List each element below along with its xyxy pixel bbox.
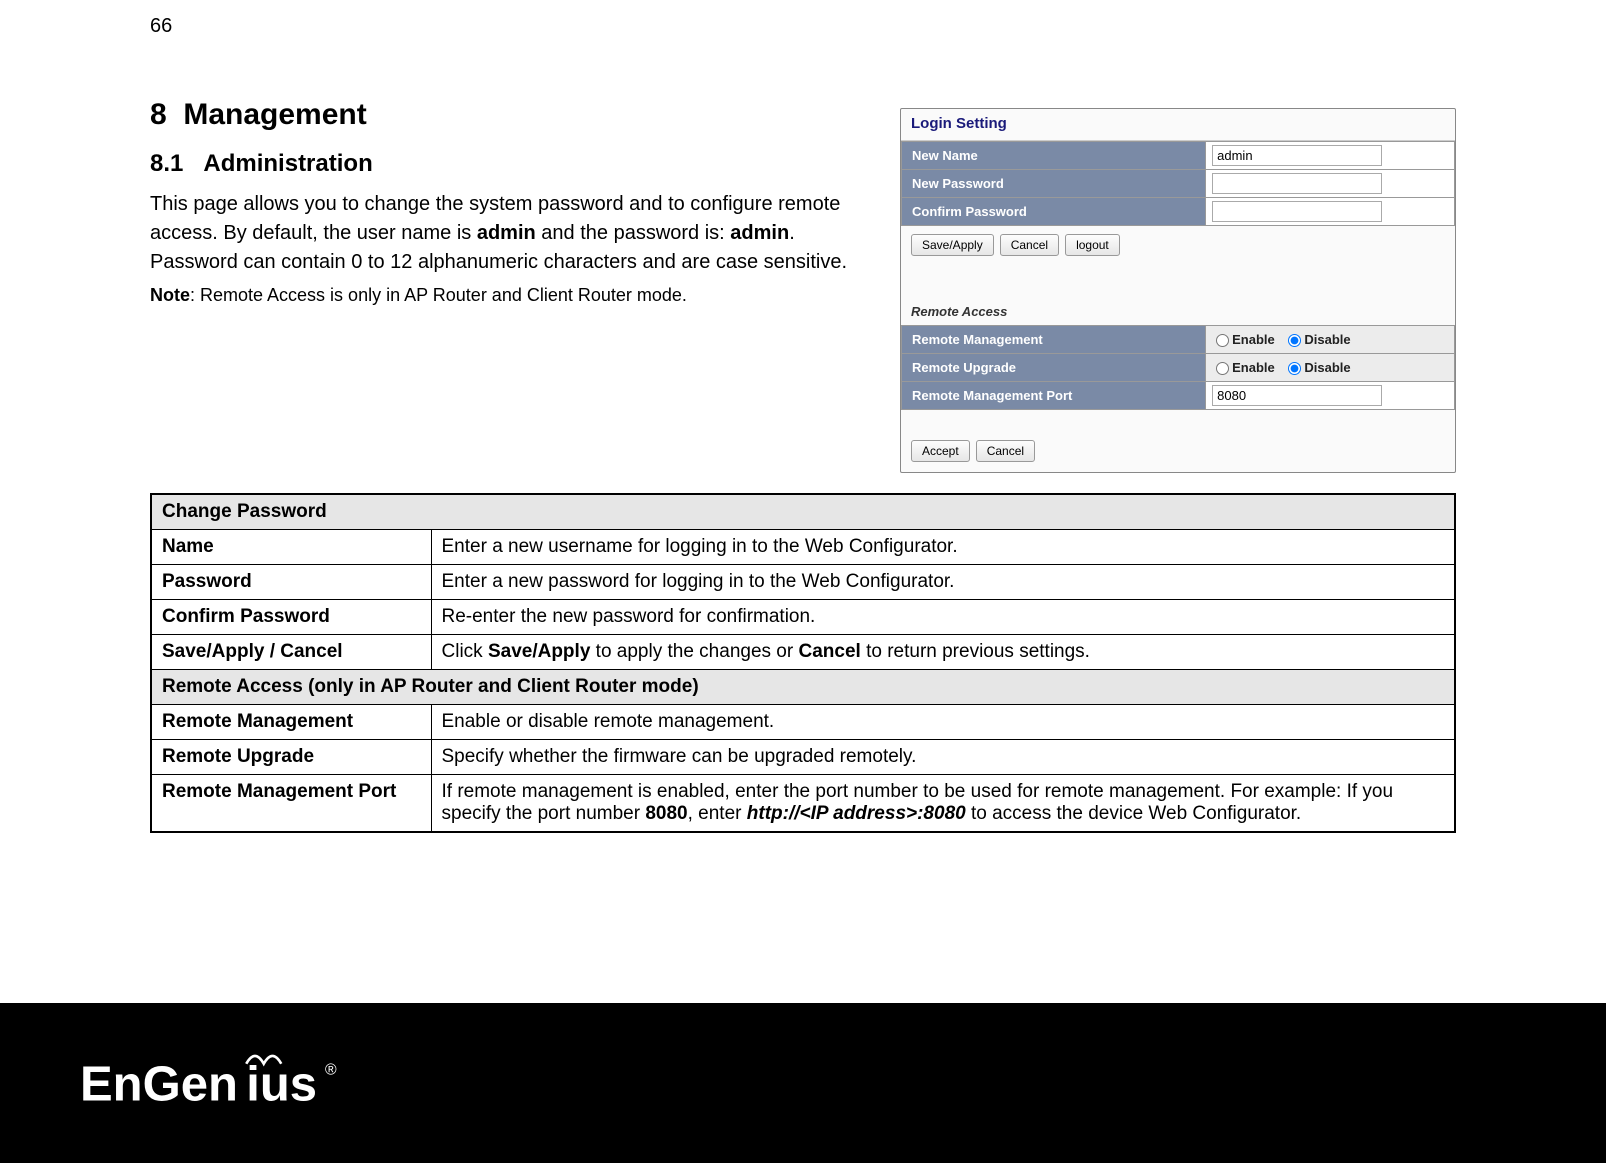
intro-bold-admin1: admin — [477, 222, 536, 244]
new-password-input[interactable] — [1212, 173, 1382, 194]
logout-button[interactable]: logout — [1065, 234, 1120, 256]
cancel-button[interactable]: Cancel — [1000, 234, 1059, 256]
cancel-button-2[interactable]: Cancel — [976, 440, 1035, 462]
section-heading: 8 Management — [150, 98, 870, 132]
remote-management-label: Remote Management — [902, 326, 1206, 354]
accept-button[interactable]: Accept — [911, 440, 970, 462]
remote-port-label: Remote Management Port — [902, 382, 1206, 410]
remote-upgrade-label: Remote Upgrade — [902, 354, 1206, 382]
disable-label: Disable — [1304, 332, 1350, 347]
remote-management-disable[interactable]: Disable — [1288, 332, 1350, 347]
disable-label: Disable — [1304, 360, 1350, 375]
subsection-heading: 8.1 Administration — [150, 150, 870, 178]
footer: EnGen ius ® — [0, 1003, 1606, 1163]
row-name: Save/Apply / Cancel — [151, 635, 431, 670]
row-desc: Specify whether the firmware can be upgr… — [431, 740, 1455, 775]
row-desc: Enter a new password for logging in to t… — [431, 565, 1455, 600]
remote-management-enable[interactable]: Enable — [1216, 332, 1275, 347]
remote-port-input[interactable] — [1212, 385, 1382, 406]
row-desc: If remote management is enabled, enter t… — [431, 775, 1455, 833]
section-title: Management — [183, 98, 366, 131]
row-desc: Click Save/Apply to apply the changes or… — [431, 635, 1455, 670]
remote-upgrade-disable-radio[interactable] — [1288, 362, 1301, 375]
section-number: 8 — [150, 98, 167, 131]
engenius-logo: EnGen ius ® — [80, 1048, 430, 1118]
new-name-input[interactable] — [1212, 145, 1382, 166]
remote-access-title: Remote Access — [901, 264, 1455, 325]
remote-upgrade-disable[interactable]: Disable — [1288, 360, 1350, 375]
row-name: Remote Upgrade — [151, 740, 431, 775]
remote-management-enable-radio[interactable] — [1216, 334, 1229, 347]
subsection-number: 8.1 — [150, 150, 183, 177]
desc-text: , enter — [688, 803, 747, 824]
note-paragraph: Note: Remote Access is only in AP Router… — [150, 283, 870, 308]
login-setting-panel: Login Setting New Name New Password — [900, 108, 1456, 473]
enable-label: Enable — [1232, 360, 1275, 375]
row-desc: Enter a new username for logging in to t… — [431, 530, 1455, 565]
description-table: Change Password Name Enter a new usernam… — [150, 493, 1456, 833]
row-name: Remote Management Port — [151, 775, 431, 833]
intro-text: and the password is: — [536, 222, 731, 244]
desc-bold: 8080 — [645, 803, 687, 824]
svg-text:®: ® — [325, 1061, 337, 1078]
desc-bold: Cancel — [798, 641, 860, 662]
row-name: Confirm Password — [151, 600, 431, 635]
login-setting-title: Login Setting — [901, 109, 1455, 141]
remote-access-table: Remote Management Enable Disable Remote … — [901, 325, 1455, 410]
remote-upgrade-enable-radio[interactable] — [1216, 362, 1229, 375]
new-name-label: New Name — [902, 142, 1206, 170]
desc-text: to access the device Web Configurator. — [966, 803, 1302, 824]
note-text: : Remote Access is only in AP Router and… — [190, 285, 687, 305]
desc-bold: Save/Apply — [488, 641, 590, 662]
remote-management-disable-radio[interactable] — [1288, 334, 1301, 347]
page-number: 66 — [150, 15, 1456, 38]
row-name: Name — [151, 530, 431, 565]
intro-paragraph: This page allows you to change the syste… — [150, 190, 870, 277]
save-apply-button[interactable]: Save/Apply — [911, 234, 994, 256]
row-desc: Enable or disable remote management. — [431, 705, 1455, 740]
row-desc: Re-enter the new password for confirmati… — [431, 600, 1455, 635]
confirm-password-input[interactable] — [1212, 201, 1382, 222]
confirm-password-label: Confirm Password — [902, 198, 1206, 226]
desc-text: Click — [442, 641, 488, 662]
subsection-title: Administration — [203, 150, 372, 177]
table-header-change-password: Change Password — [151, 494, 1455, 530]
intro-bold-admin2: admin — [730, 222, 789, 244]
note-label: Note — [150, 285, 190, 305]
desc-text: to return previous settings. — [861, 641, 1090, 662]
row-name: Remote Management — [151, 705, 431, 740]
new-password-label: New Password — [902, 170, 1206, 198]
desc-text: to apply the changes or — [590, 641, 798, 662]
desc-bold-italic: http://<IP address>:8080 — [747, 803, 966, 824]
remote-upgrade-enable[interactable]: Enable — [1216, 360, 1275, 375]
table-header-remote-access: Remote Access (only in AP Router and Cli… — [151, 670, 1455, 705]
login-form-table: New Name New Password Confirm Password — [901, 141, 1455, 226]
enable-label: Enable — [1232, 332, 1275, 347]
svg-text:ius: ius — [246, 1058, 317, 1112]
svg-text:EnGen: EnGen — [80, 1058, 238, 1112]
row-name: Password — [151, 565, 431, 600]
